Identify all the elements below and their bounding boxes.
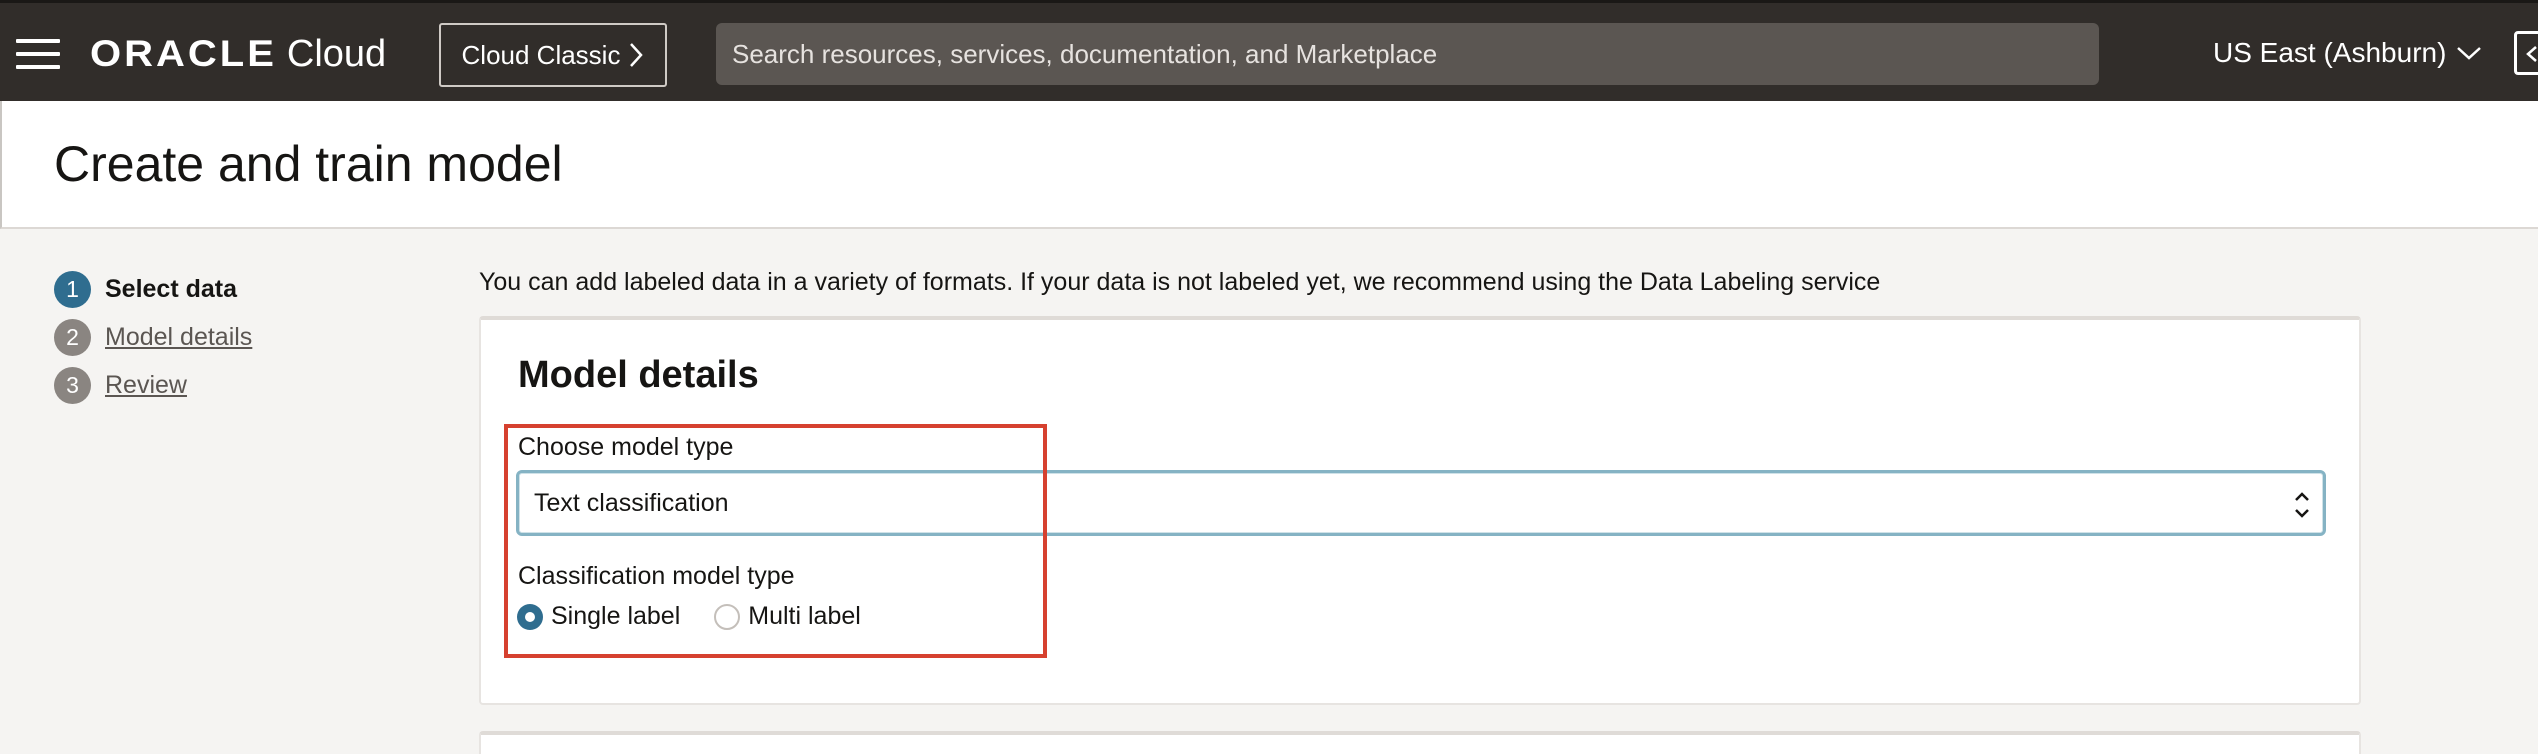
collapse-panel-icon[interactable] (2514, 31, 2538, 75)
oracle-cloud-logo[interactable]: ORACLE Cloud (90, 27, 386, 81)
classification-radio-group: Single label Multi label (517, 602, 861, 631)
page-header: Create and train model (0, 101, 2538, 229)
model-type-value: Text classification (534, 488, 729, 517)
select-chevrons-icon (2295, 492, 2309, 518)
model-type-select[interactable]: Text classification (516, 470, 2326, 536)
multi-label-option[interactable]: Multi label (714, 602, 861, 631)
model-details-card: Model details Choose model type Text cla… (479, 316, 2361, 705)
hamburger-menu-icon[interactable] (16, 39, 60, 69)
step-model-details[interactable]: 2 Model details (54, 313, 252, 361)
model-type-label: Choose model type (518, 433, 734, 461)
chevron-left-icon (2526, 46, 2537, 62)
single-label-text: Single label (551, 602, 681, 630)
single-label-option[interactable]: Single label (517, 602, 680, 631)
next-section-card (479, 731, 2361, 754)
multi-label-text: Multi label (748, 602, 861, 630)
logo-oracle-text: ORACLE (90, 33, 277, 74)
info-text: You can add labeled data in a variety of… (479, 268, 1881, 296)
chevron-right-icon (630, 43, 644, 67)
single-label-radio[interactable] (517, 603, 543, 630)
classification-type-label: Classification model type (518, 562, 795, 590)
step-label[interactable]: Review (105, 371, 187, 400)
logo-cloud-text: Cloud (286, 32, 387, 75)
step-label: Select data (105, 274, 238, 303)
page-title: Create and train model (54, 136, 563, 192)
region-selector[interactable]: US East (Ashburn) (2213, 33, 2482, 73)
step-select-data[interactable]: 1 Select data (54, 265, 252, 313)
cloud-classic-button[interactable]: Cloud Classic (439, 23, 667, 87)
step-review[interactable]: 3 Review (54, 361, 252, 409)
step-number: 1 (54, 270, 91, 308)
region-label: US East (Ashburn) (2213, 37, 2447, 68)
search-input[interactable] (716, 23, 2099, 85)
cloud-classic-label: Cloud Classic (461, 39, 621, 70)
chevron-down-icon (2457, 47, 2482, 60)
multi-label-radio[interactable] (714, 603, 741, 630)
wizard-steps: 1 Select data 2 Model details 3 Review (54, 265, 252, 409)
step-label[interactable]: Model details (105, 323, 252, 352)
top-navigation-bar: ORACLE Cloud Cloud Classic US East (Ashb… (0, 0, 2538, 101)
card-title: Model details (518, 354, 759, 396)
step-number: 2 (54, 318, 91, 356)
step-number: 3 (54, 366, 91, 404)
